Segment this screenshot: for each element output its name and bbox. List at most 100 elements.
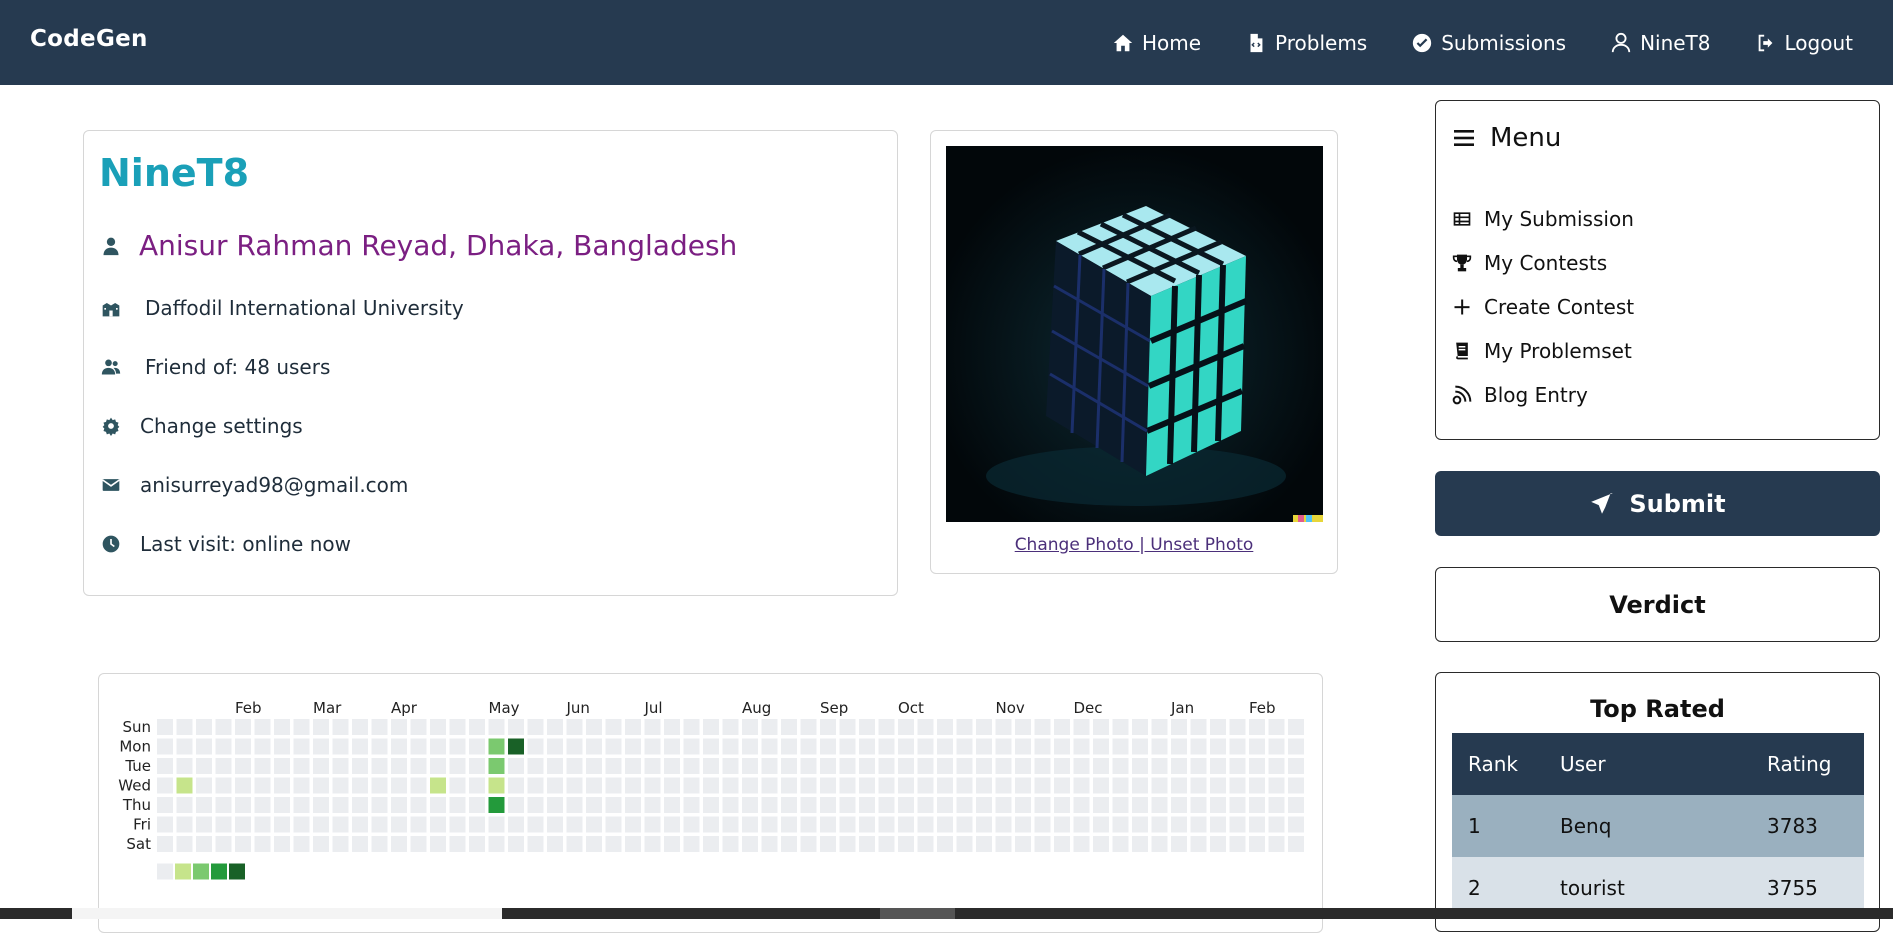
heatmap-cell[interactable] [254,738,271,755]
submit-button[interactable]: Submit [1435,471,1880,536]
heatmap-cell[interactable] [449,777,466,794]
heatmap-cell[interactable] [430,719,446,735]
heatmap-cell[interactable] [566,738,583,755]
heatmap-cell[interactable] [1229,738,1246,755]
heatmap-cell[interactable] [956,816,973,833]
heatmap-cell[interactable] [937,758,953,774]
heatmap-cell[interactable] [742,758,758,774]
heatmap-cell[interactable] [410,758,427,774]
taskbar-tab[interactable] [72,908,502,919]
heatmap-cell[interactable] [898,797,914,813]
heatmap-cell[interactable] [1210,816,1226,833]
heatmap-cell[interactable] [547,816,563,833]
heatmap-cell[interactable] [1151,719,1168,735]
heatmap-cell[interactable] [469,738,485,755]
heatmap-cell[interactable] [508,777,524,794]
heatmap-cell[interactable] [1171,797,1187,813]
nav-submissions[interactable]: Submissions [1411,31,1566,55]
heatmap-cell[interactable] [742,797,758,813]
heatmap-cell[interactable] [449,816,466,833]
heatmap-cell[interactable] [469,777,485,794]
heatmap-cell[interactable] [1171,816,1187,833]
change-settings-link[interactable]: Change settings [140,414,303,438]
heatmap-cell[interactable] [1151,836,1168,852]
heatmap-cell[interactable] [352,836,368,852]
heatmap-cell[interactable] [488,836,505,852]
heatmap-cell[interactable] [1249,719,1265,735]
heatmap-cell[interactable] [781,758,797,774]
menu-item-blog-entry[interactable]: Blog Entry [1452,383,1588,407]
heatmap-cell[interactable] [1132,836,1148,852]
heatmap-cell[interactable] [469,797,485,813]
heatmap-cell[interactable] [761,836,778,852]
heatmap-cell[interactable] [761,816,778,833]
heatmap-cell[interactable] [215,777,232,794]
heatmap-cell[interactable] [995,816,1012,833]
heatmap-cell[interactable] [527,816,544,833]
heatmap-cell[interactable] [332,836,349,852]
heatmap-cell[interactable] [313,797,329,813]
heatmap-cell[interactable] [449,836,466,852]
heatmap-cell[interactable] [508,738,524,755]
heatmap-cell[interactable] [254,836,271,852]
heatmap-cell[interactable] [937,719,953,735]
heatmap-cell[interactable] [703,797,719,813]
heatmap-cell[interactable] [820,777,836,794]
heatmap-cell[interactable] [898,738,914,755]
heatmap-cell[interactable] [683,719,700,735]
heatmap-cell[interactable] [937,816,953,833]
heatmap-cell[interactable] [1073,816,1090,833]
heatmap-cell[interactable] [1112,719,1129,735]
heatmap-cell[interactable] [157,719,173,735]
heatmap-cell[interactable] [215,738,232,755]
heatmap-cell[interactable] [664,797,680,813]
heatmap-cell[interactable] [586,738,602,755]
heatmap-cell[interactable] [664,816,680,833]
heatmap-cell[interactable] [1151,797,1168,813]
heatmap-cell[interactable] [293,719,310,735]
heatmap-cell[interactable] [664,758,680,774]
heatmap-cell[interactable] [313,816,329,833]
heatmap-cell[interactable] [566,836,583,852]
heatmap-cell[interactable] [586,816,602,833]
heatmap-cell[interactable] [254,816,271,833]
heatmap-cell[interactable] [1132,719,1148,735]
heatmap-cell[interactable] [352,738,368,755]
heatmap-cell[interactable] [956,777,973,794]
heatmap-cell[interactable] [1210,738,1226,755]
heatmap-cell[interactable] [800,836,817,852]
heatmap-cell[interactable] [722,758,739,774]
heatmap-cell[interactable] [1229,758,1246,774]
heatmap-cell[interactable] [1034,816,1051,833]
heatmap-cell[interactable] [1268,738,1285,755]
heatmap-cell[interactable] [196,719,212,735]
heatmap-cell[interactable] [1112,836,1129,852]
heatmap-cell[interactable] [722,738,739,755]
heatmap-cell[interactable] [781,777,797,794]
heatmap-cell[interactable] [1288,719,1304,735]
heatmap-cell[interactable] [196,738,212,755]
heatmap-cell[interactable] [527,758,544,774]
heatmap-cell[interactable] [566,758,583,774]
menu-item-my-problemset[interactable]: My Problemset [1452,339,1632,363]
heatmap-cell[interactable] [898,836,914,852]
heatmap-cell[interactable] [644,777,661,794]
heatmap-cell[interactable] [410,797,427,813]
heatmap-cell[interactable] [508,797,524,813]
heatmap-cell[interactable] [1093,836,1109,852]
heatmap-cell[interactable] [293,777,310,794]
heatmap-cell[interactable] [722,836,739,852]
heatmap-cell[interactable] [488,816,505,833]
heatmap-cell[interactable] [1229,777,1246,794]
heatmap-cell[interactable] [800,816,817,833]
heatmap-cell[interactable] [215,836,232,852]
heatmap-cell[interactable] [683,777,700,794]
heatmap-cell[interactable] [1054,719,1070,735]
heatmap-cell[interactable] [956,797,973,813]
heatmap-cell[interactable] [761,777,778,794]
heatmap-cell[interactable] [1171,738,1187,755]
heatmap-cell[interactable] [1034,797,1051,813]
heatmap-cell[interactable] [859,816,875,833]
heatmap-cell[interactable] [488,797,505,813]
heatmap-cell[interactable] [449,797,466,813]
